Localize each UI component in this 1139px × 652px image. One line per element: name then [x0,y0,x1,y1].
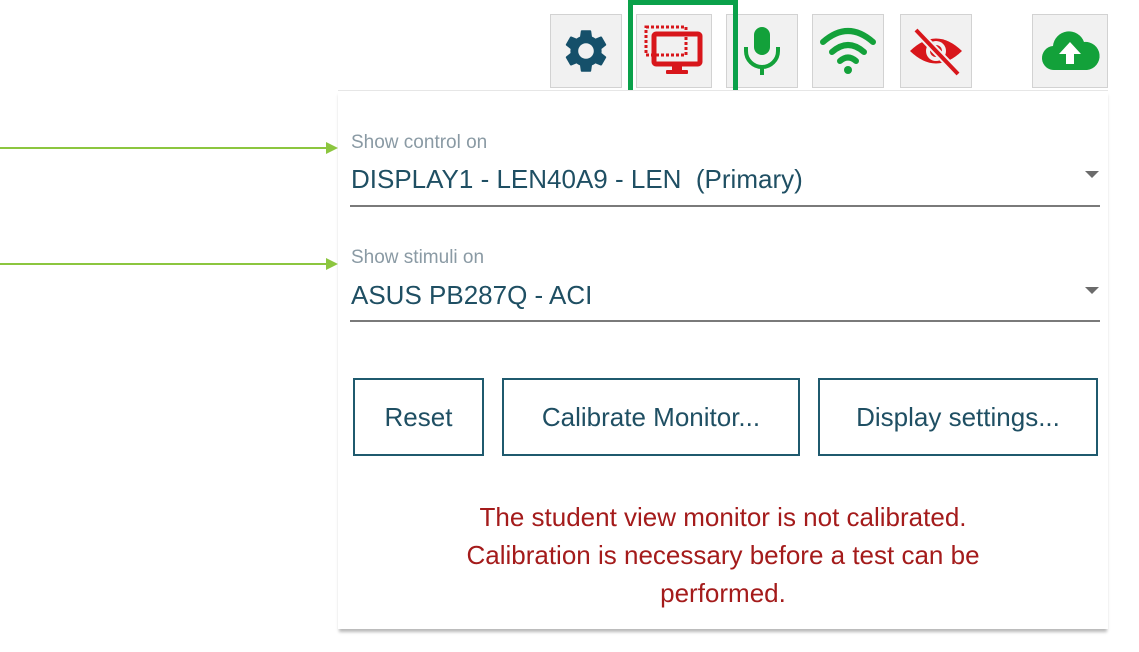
hide-button[interactable] [900,14,972,88]
control-dropdown-arrow-icon[interactable] [1085,171,1099,178]
microphone-icon [744,27,780,75]
gear-icon [565,30,607,72]
selected-tool-highlight [628,0,738,97]
warning-line-1: The student view monitor is not calibrat… [479,502,967,532]
stimuli-select-underline [350,320,1100,322]
wifi-button[interactable] [812,14,884,88]
calibrate-monitor-button[interactable]: Calibrate Monitor... [502,378,800,456]
show-stimuli-select[interactable]: ASUS PB287Q - ACI [351,280,592,311]
upload-button[interactable] [1032,14,1108,88]
control-select-underline [350,205,1100,207]
display-settings-button[interactable]: Display settings... [818,378,1098,456]
warning-line-2: Calibration is necessary before a test c… [466,540,980,570]
annotation-arrow-stimuli [0,263,326,265]
show-control-select[interactable]: DISPLAY1 - LEN40A9 - LEN (Primary) [351,164,803,195]
show-stimuli-label: Show stimuli on [351,247,485,268]
annotation-arrowhead-control [326,142,338,154]
settings-button[interactable] [550,14,622,88]
annotation-arrowhead-stimuli [326,258,338,270]
reset-button[interactable]: Reset [353,378,484,456]
show-control-label: Show control on [351,132,488,153]
eye-slash-icon [910,27,962,77]
calibration-warning: The student view monitor is not calibrat… [338,498,1108,612]
cloud-upload-icon [1041,31,1100,71]
stimuli-dropdown-arrow-icon[interactable] [1085,287,1099,294]
annotation-arrow-control [0,147,326,149]
wifi-icon [820,28,876,74]
warning-line-3: performed. [660,578,786,608]
